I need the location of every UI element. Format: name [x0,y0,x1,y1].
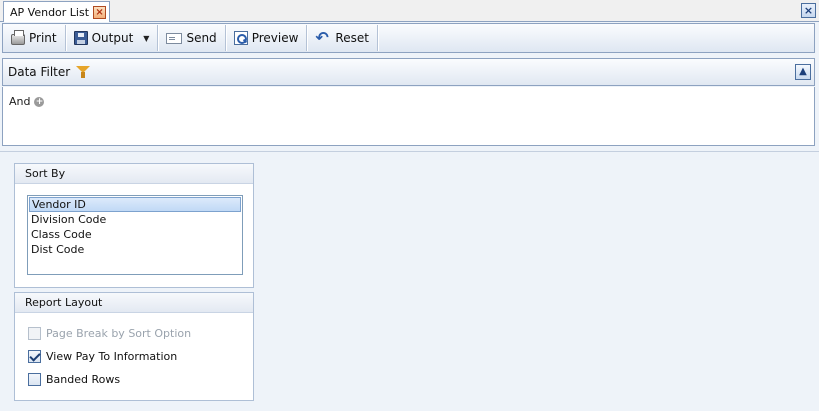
page-break-label: Page Break by Sort Option [46,327,192,340]
report-layout-title: Report Layout [15,293,253,313]
sort-by-listbox[interactable]: Vendor ID Division Code Class Code Dist … [27,195,243,275]
list-item[interactable]: Division Code [29,212,241,227]
reset-button[interactable]: ↶ Reset [310,26,374,50]
sort-by-title: Sort By [15,164,253,184]
view-pay-to-checkbox[interactable] [28,350,41,363]
envelope-icon [166,32,183,44]
print-button[interactable]: Print [6,26,62,50]
tab-label: AP Vendor List [10,5,90,19]
data-filter-title: Data Filter [8,65,71,79]
toolbar-separator [224,25,226,51]
save-icon [73,31,88,45]
output-label: Output [91,31,134,45]
toolbar: Print Output ▼ Send Preview ↶ Reset [2,23,815,53]
banded-rows-option[interactable]: Banded Rows [28,373,120,386]
plus-icon[interactable]: + [34,96,45,107]
list-item[interactable]: Vendor ID [29,197,241,212]
toolbar-separator [306,25,308,51]
magnifier-icon [233,31,248,45]
preview-button[interactable]: Preview [229,26,304,50]
undo-icon: ↶ [315,28,329,47]
filter-operator-row: And + [9,95,45,108]
toolbar-separator [157,25,159,51]
chevron-down-icon[interactable]: ▼ [143,34,149,43]
banded-rows-label: Banded Rows [46,373,121,386]
tab-ap-vendor-list[interactable]: AP Vendor List × [3,1,111,22]
printer-icon [11,30,25,45]
divider [0,151,819,152]
funnel-icon[interactable] [76,65,91,79]
data-filter-header: Data Filter ▲ [2,58,815,86]
toolbar-separator [376,25,378,51]
filter-operator[interactable]: And [9,95,30,108]
output-button[interactable]: Output ▼ [69,26,155,50]
toolbar-separator [64,25,66,51]
view-pay-to-label: View Pay To Information [46,350,178,363]
tab-strip: AP Vendor List × × [0,0,819,22]
window-close-icon[interactable]: × [801,3,816,18]
list-item[interactable]: Dist Code [29,242,241,257]
reset-label: Reset [335,31,369,45]
print-label: Print [29,31,57,45]
collapse-icon[interactable]: ▲ [795,64,811,80]
preview-label: Preview [251,31,299,45]
send-button[interactable]: Send [161,26,221,50]
report-layout-group: Report Layout Page Break by Sort Option … [14,292,254,401]
view-pay-to-option[interactable]: View Pay To Information [28,350,177,363]
list-item[interactable]: Class Code [29,227,241,242]
banded-rows-checkbox[interactable] [28,373,41,386]
close-icon[interactable]: × [93,5,107,19]
page-break-option: Page Break by Sort Option [28,327,191,340]
data-filter-body: And + [2,87,815,146]
send-label: Send [186,31,217,45]
sort-by-group: Sort By Vendor ID Division Code Class Co… [14,163,254,288]
page-break-checkbox [28,327,41,340]
